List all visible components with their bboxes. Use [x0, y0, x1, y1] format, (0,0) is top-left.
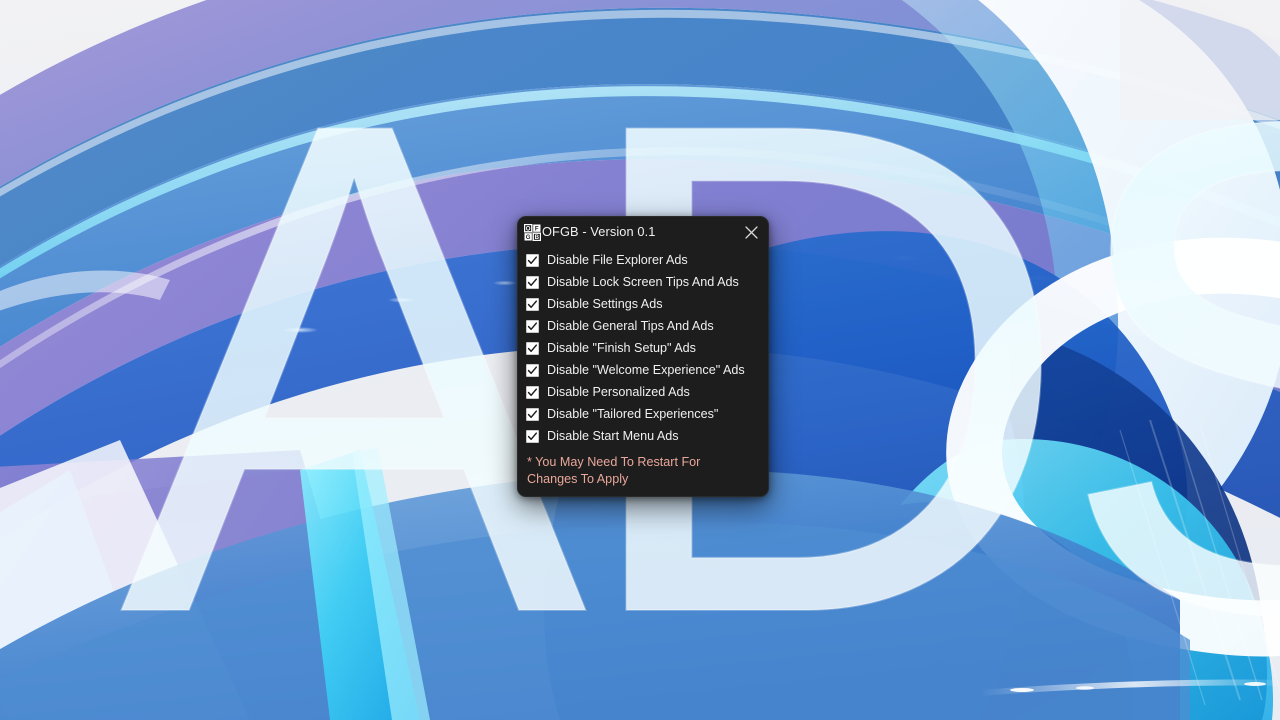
checkbox-disable-tailored-experiences[interactable] [526, 408, 539, 421]
checkbox-disable-general-tips-and-ads[interactable] [526, 320, 539, 333]
option-row[interactable]: Disable "Finish Setup" Ads [526, 337, 768, 359]
option-label: Disable General Tips And Ads [547, 320, 714, 333]
svg-text:F: F [535, 225, 539, 232]
screen: ADS ADS O F G B OFGB - Version 0.1 [0, 0, 1280, 720]
ofgb-logo-icon: O F G B [524, 224, 541, 241]
ofgb-window[interactable]: O F G B OFGB - Version 0.1 [517, 216, 769, 497]
option-row[interactable]: Disable File Explorer Ads [526, 249, 768, 271]
option-row[interactable]: Disable Lock Screen Tips And Ads [526, 271, 768, 293]
checkbox-disable-file-explorer-ads[interactable] [526, 254, 539, 267]
checkbox-disable-start-menu-ads[interactable] [526, 430, 539, 443]
options-list: Disable File Explorer Ads Disable Lock S… [518, 247, 768, 447]
checkbox-disable-welcome-experience-ads[interactable] [526, 364, 539, 377]
option-label: Disable Settings Ads [547, 298, 663, 311]
option-label: Disable "Welcome Experience" Ads [547, 364, 745, 377]
option-row[interactable]: Disable "Welcome Experience" Ads [526, 359, 768, 381]
restart-warning-line-2: Changes To Apply [527, 471, 754, 488]
restart-warning-line-1: * You May Need To Restart For [527, 454, 754, 471]
svg-text:G: G [526, 234, 531, 241]
svg-text:B: B [535, 234, 540, 241]
restart-warning-note: * You May Need To Restart For Changes To… [518, 454, 768, 487]
option-label: Disable "Finish Setup" Ads [547, 342, 696, 355]
option-row[interactable]: Disable Settings Ads [526, 293, 768, 315]
option-label: Disable Personalized Ads [547, 386, 690, 399]
window-title-bar[interactable]: O F G B OFGB - Version 0.1 [518, 217, 768, 247]
option-row[interactable]: Disable Start Menu Ads [526, 425, 768, 447]
option-row[interactable]: Disable "Tailored Experiences" [526, 403, 768, 425]
option-row[interactable]: Disable Personalized Ads [526, 381, 768, 403]
option-label: Disable File Explorer Ads [547, 254, 688, 267]
close-icon[interactable] [734, 217, 768, 247]
option-row[interactable]: Disable General Tips And Ads [526, 315, 768, 337]
checkbox-disable-finish-setup-ads[interactable] [526, 342, 539, 355]
checkbox-disable-personalized-ads[interactable] [526, 386, 539, 399]
option-label: Disable Lock Screen Tips And Ads [547, 276, 739, 289]
checkbox-disable-settings-ads[interactable] [526, 298, 539, 311]
option-label: Disable "Tailored Experiences" [547, 408, 718, 421]
option-label: Disable Start Menu Ads [547, 430, 679, 443]
checkbox-disable-lock-screen-tips-and-ads[interactable] [526, 276, 539, 289]
svg-text:O: O [526, 225, 531, 232]
window-title: OFGB - Version 0.1 [542, 226, 655, 239]
